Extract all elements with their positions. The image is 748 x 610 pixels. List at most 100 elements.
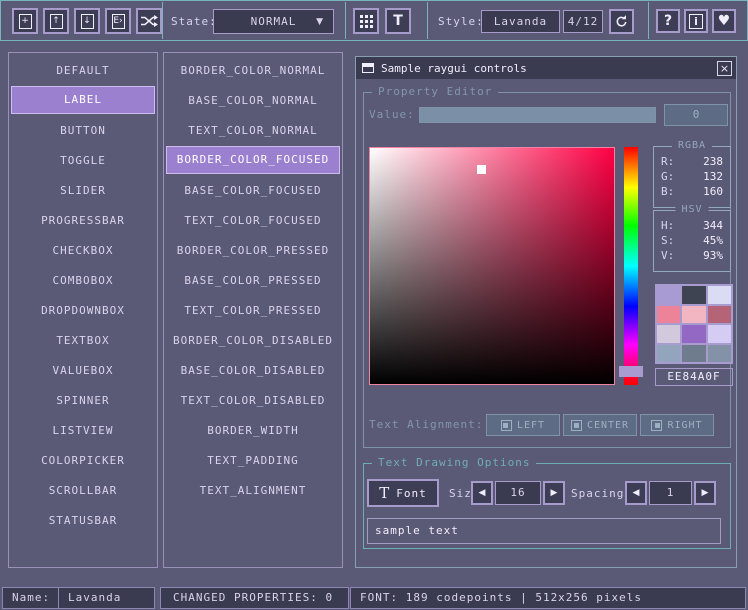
controls-list-item[interactable]: DEFAULT [11, 55, 155, 85]
properties-list-item[interactable]: BASE_COLOR_FOCUSED [166, 175, 340, 205]
controls-list-item[interactable]: TEXTBOX [11, 325, 155, 355]
controls-list-item[interactable]: COMBOBOX [11, 265, 155, 295]
font-button[interactable]: T Font [367, 479, 439, 507]
s-label: S: [661, 233, 674, 248]
help-button[interactable]: ? [656, 9, 680, 33]
align-right-button[interactable]: RIGHT [640, 414, 714, 436]
state-dropdown[interactable]: NORMAL ▼ [213, 9, 334, 34]
color-swatches [655, 284, 733, 364]
text-alignment-label: Text Alignment: [369, 418, 483, 431]
controls-list-item[interactable]: VALUEBOX [11, 355, 155, 385]
controls-list-item[interactable]: BUTTON [11, 115, 155, 145]
property-editor-title: Property Editor [372, 85, 498, 98]
style-label: Style: [438, 15, 484, 28]
properties-list-item[interactable]: BASE_COLOR_DISABLED [166, 355, 340, 385]
size-value-box[interactable]: 16 [495, 481, 541, 505]
align-center-button[interactable]: CENTER [563, 414, 637, 436]
sponsor-button[interactable]: ♥ [712, 9, 736, 33]
properties-list-item[interactable]: TEXT_COLOR_FOCUSED [166, 205, 340, 235]
hex-input[interactable]: EE84A0F [655, 368, 733, 386]
arrow-right-icon: ▶ [551, 488, 558, 498]
properties-list-item[interactable]: BORDER_COLOR_FOCUSED [166, 146, 340, 174]
font-tool-button[interactable]: T [385, 8, 411, 34]
about-button[interactable]: i [684, 9, 708, 33]
controls-list-item[interactable]: TOGGLE [11, 145, 155, 175]
rgba-row: B: 160 [654, 184, 730, 199]
hue-slider[interactable] [624, 147, 638, 385]
color-swatch[interactable] [657, 345, 680, 363]
controls-list-item[interactable]: PROGRESSBAR [11, 205, 155, 235]
toolbar-divider [427, 2, 428, 39]
color-swatch[interactable] [708, 345, 731, 363]
value-box[interactable]: 0 [664, 104, 728, 126]
save-file-button[interactable]: ↓ [74, 8, 100, 34]
controls-list-item[interactable]: CHECKBOX [11, 235, 155, 265]
properties-list-item[interactable]: TEXT_COLOR_DISABLED [166, 385, 340, 415]
properties-list-item[interactable]: TEXT_ALIGNMENT [166, 475, 340, 505]
g-label: G: [661, 169, 674, 184]
properties-list-item[interactable]: TEXT_PADDING [166, 445, 340, 475]
open-file-icon: ↑ [50, 14, 63, 29]
properties-list-item[interactable]: BASE_COLOR_NORMAL [166, 85, 340, 115]
size-increment-button[interactable]: ▶ [543, 481, 565, 505]
spacing-value-box[interactable]: 1 [649, 481, 692, 505]
b-value: 160 [703, 184, 723, 199]
properties-list-item[interactable]: BORDER_WIDTH [166, 415, 340, 445]
controls-list-item[interactable]: COLORPICKER [11, 445, 155, 475]
value-slider[interactable] [419, 107, 656, 123]
sample-text-input[interactable]: sample text [367, 518, 721, 544]
window-titlebar[interactable]: Sample raygui controls [356, 57, 736, 79]
properties-list-item[interactable]: BASE_COLOR_PRESSED [166, 265, 340, 295]
b-label: B: [661, 184, 674, 199]
arrow-right-icon: ▶ [702, 488, 709, 498]
controls-list-item[interactable]: SPINNER [11, 385, 155, 415]
properties-list-item[interactable]: BORDER_COLOR_NORMAL [166, 55, 340, 85]
randomize-style-button[interactable] [136, 8, 162, 34]
color-swatch[interactable] [682, 325, 705, 343]
properties-list-item[interactable]: TEXT_COLOR_NORMAL [166, 115, 340, 145]
align-center-icon [571, 420, 582, 431]
export-file-button[interactable]: E› [105, 8, 131, 34]
h-value: 344 [703, 218, 723, 233]
font-button-label: Font [396, 487, 427, 500]
color-swatch[interactable] [657, 306, 680, 324]
shuffle-icon [140, 14, 158, 28]
properties-list-item[interactable]: BORDER_COLOR_DISABLED [166, 325, 340, 355]
hsv-title: HSV [675, 204, 708, 215]
align-left-button[interactable]: LEFT [486, 414, 560, 436]
info-icon: i [689, 14, 703, 29]
new-file-button[interactable]: + [12, 8, 38, 34]
close-button[interactable]: × [717, 61, 732, 76]
open-file-button[interactable]: ↑ [43, 8, 69, 34]
color-swatch[interactable] [708, 286, 731, 304]
color-swatch[interactable] [708, 325, 731, 343]
hsv-row: H: 344 [654, 218, 730, 233]
controls-list-item[interactable]: DROPDOWNBOX [11, 295, 155, 325]
style-name-box[interactable]: Lavanda [481, 10, 560, 33]
controls-list-item[interactable]: LISTVIEW [11, 415, 155, 445]
style-table-button[interactable] [353, 8, 379, 34]
controls-list-item[interactable]: STATUSBAR [11, 505, 155, 535]
spacing-label: Spacing: [571, 487, 632, 500]
new-file-icon: + [19, 14, 32, 29]
color-swatch[interactable] [682, 306, 705, 324]
saturation-value-picker[interactable] [369, 147, 615, 385]
properties-list: BORDER_COLOR_NORMALBASE_COLOR_NORMALTEXT… [163, 52, 343, 568]
spacing-increment-button[interactable]: ▶ [694, 481, 716, 505]
picker-cursor[interactable] [477, 165, 486, 174]
color-swatch[interactable] [657, 325, 680, 343]
controls-list-item[interactable]: SCROLLBAR [11, 475, 155, 505]
controls-list-item[interactable]: SLIDER [11, 175, 155, 205]
color-swatch[interactable] [657, 286, 680, 304]
reload-style-button[interactable] [609, 9, 634, 34]
color-swatch[interactable] [708, 306, 731, 324]
hue-handle[interactable] [619, 366, 643, 377]
color-swatch[interactable] [682, 345, 705, 363]
properties-list-item[interactable]: BORDER_COLOR_PRESSED [166, 235, 340, 265]
controls-list-item[interactable]: LABEL [11, 86, 155, 114]
color-swatch[interactable] [682, 286, 705, 304]
size-decrement-button[interactable]: ◀ [471, 481, 493, 505]
properties-list-item[interactable]: TEXT_COLOR_PRESSED [166, 295, 340, 325]
controls-list: DEFAULTLABELBUTTONTOGGLESLIDERPROGRESSBA… [8, 52, 158, 568]
spacing-decrement-button[interactable]: ◀ [625, 481, 647, 505]
